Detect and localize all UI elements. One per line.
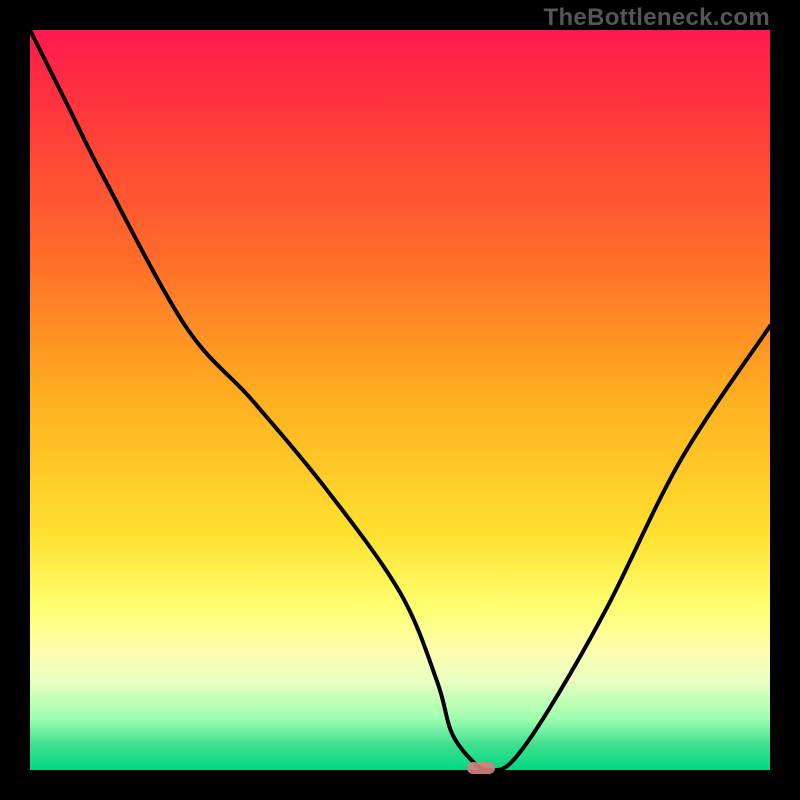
sweet-spot-marker bbox=[467, 762, 495, 774]
bottleneck-curve bbox=[30, 30, 770, 770]
line-plot bbox=[30, 30, 770, 770]
bottleneck-chart: TheBottleneck.com bbox=[0, 0, 800, 800]
watermark-text: TheBottleneck.com bbox=[544, 4, 770, 32]
